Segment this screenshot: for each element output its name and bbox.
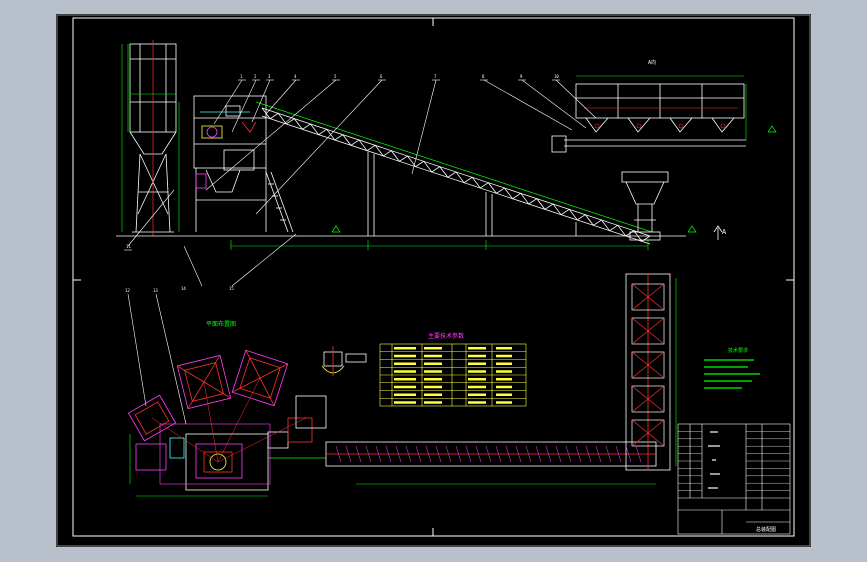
spec-cell-mark — [424, 370, 442, 373]
leader-label: 15 — [229, 286, 234, 291]
spec-cell-mark — [468, 393, 486, 396]
leader-label: 3 — [268, 74, 271, 79]
conveyor-top-outline — [255, 101, 653, 233]
leader-lines-top — [127, 79, 597, 287]
spec-cell-mark — [394, 401, 416, 404]
spec-cell-mark — [496, 393, 512, 396]
spec-cell-mark — [468, 362, 486, 365]
spec-cell-mark — [468, 378, 486, 381]
title-block — [677, 423, 791, 535]
spec-cell-mark — [496, 354, 512, 358]
leader-label: 13 — [153, 288, 158, 293]
cad-drawing: A A向 1 2 3 4 5 6 7 8 9 1011 平面布置图 12 13 … — [56, 14, 811, 547]
spec-table-title: 主要技术参数 — [428, 332, 464, 340]
technical-notes — [704, 359, 760, 389]
spec-cell-mark — [468, 347, 486, 350]
spec-cell-mark — [496, 401, 512, 404]
leader-label: 10 — [554, 74, 559, 79]
section-mark-icon — [713, 225, 723, 240]
spec-cell-mark — [394, 385, 416, 389]
leader-label: 5 — [334, 74, 337, 79]
elevation-dimension — [230, 240, 649, 250]
spec-cell-mark — [394, 354, 416, 358]
leader-label: 2 — [254, 74, 257, 79]
elevation-mark-icon — [331, 125, 777, 233]
spec-cell-mark — [424, 362, 442, 365]
leader-label: 11 — [126, 244, 131, 249]
leader-lines-bottom — [127, 293, 187, 425]
notes-title: 技术要求 — [728, 347, 748, 354]
drawing-title: 总装配图 — [756, 526, 776, 533]
plan-magenta-frame — [159, 423, 271, 485]
silo-dimensions — [121, 44, 180, 232]
leader-labels-bottom: 12 13 14 15 — [125, 286, 234, 293]
spec-cell-mark — [394, 362, 416, 365]
spec-cell-mark — [394, 347, 416, 350]
leader-label: 12 — [125, 288, 130, 293]
spec-cell-mark — [394, 393, 416, 396]
spec-cell-mark — [496, 347, 512, 350]
spec-cell-mark — [394, 378, 416, 381]
spec-cell-mark — [496, 385, 512, 389]
leader-label: 4 — [294, 74, 297, 79]
mixing-building — [193, 95, 294, 233]
spec-cell-mark — [468, 354, 486, 358]
leader-label: 8 — [482, 74, 485, 79]
spec-cell-mark — [468, 385, 486, 389]
spec-cell-mark — [424, 354, 442, 358]
spec-cell-mark — [424, 393, 442, 396]
title-block-marks — [708, 431, 720, 489]
spec-cell-mark — [496, 370, 512, 373]
belt-conveyor — [261, 107, 651, 245]
leader-label: 9 — [520, 74, 523, 79]
plan-mixing-station — [135, 395, 327, 491]
plan-dimensions — [129, 434, 268, 497]
spec-table-rows — [380, 347, 526, 404]
title-block-rows — [678, 431, 790, 491]
spec-cell-mark — [424, 347, 442, 350]
spec-cell-mark — [394, 370, 416, 373]
leader-label: 7 — [434, 74, 437, 79]
spec-cell-mark — [468, 401, 486, 404]
aggregate-view-label: A向 — [648, 59, 656, 66]
leader-label: 1 — [240, 74, 243, 79]
spec-cell-mark — [424, 401, 442, 404]
conveyor-support-legs — [367, 152, 577, 236]
leader-labels-top: 1 2 3 4 5 6 7 8 9 10 11 — [124, 74, 560, 251]
leader-label: 6 — [380, 74, 383, 79]
detail-view — [321, 346, 367, 376]
spec-cell-mark — [424, 378, 442, 381]
section-a-label: A — [722, 228, 727, 236]
spec-cell-mark — [468, 370, 486, 373]
plan-tower-cells — [335, 283, 665, 463]
drawing-sheet: A A向 1 2 3 4 5 6 7 8 9 10 11 平面布置图 12 13… — [56, 14, 811, 547]
aggregate-batcher — [551, 83, 746, 153]
spec-cell-mark — [496, 378, 512, 381]
spec-cell-mark — [496, 362, 512, 365]
plan-view-title: 平面布置图 — [206, 320, 236, 328]
spec-cell-mark — [424, 385, 442, 389]
leader-label: 14 — [181, 286, 186, 291]
